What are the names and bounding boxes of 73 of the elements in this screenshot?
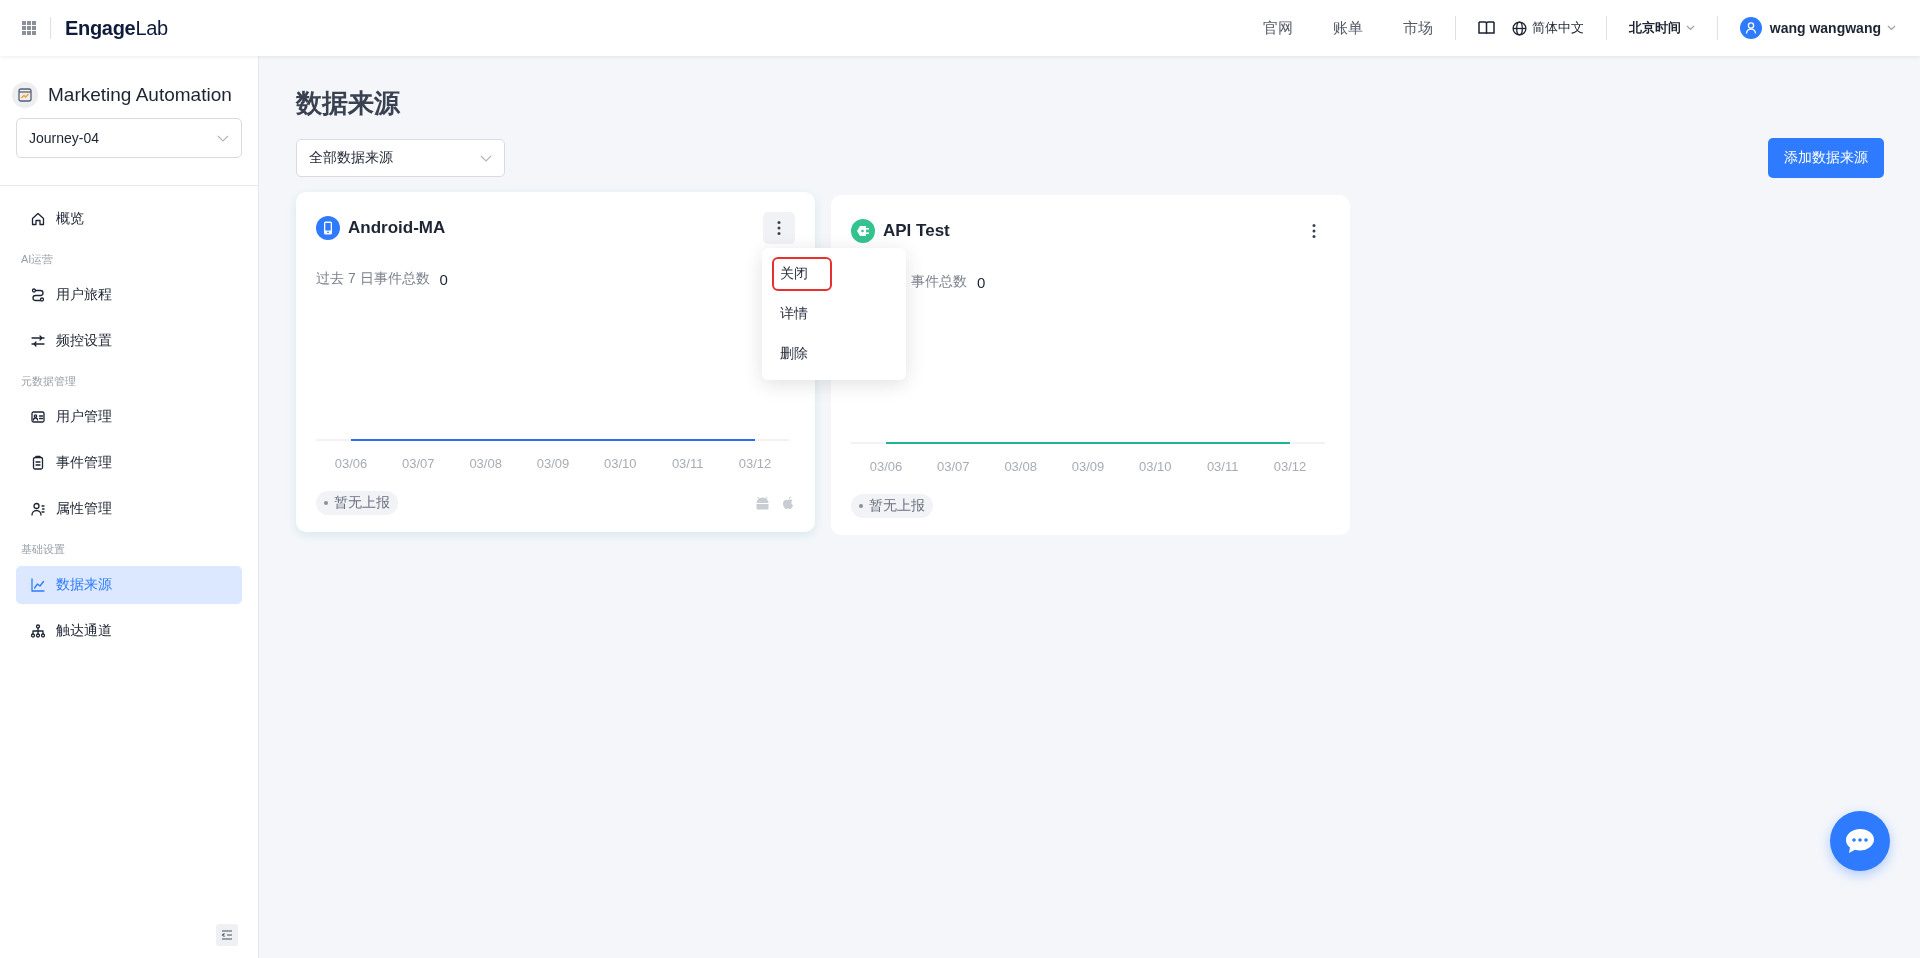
axis-label: 03/09	[536, 456, 570, 472]
axis-label: 03/07	[937, 459, 970, 475]
axis-label: 03/08	[1004, 459, 1037, 475]
apps-grid-icon[interactable]	[22, 21, 36, 35]
avatar-icon[interactable]	[1739, 17, 1762, 39]
user-menu[interactable]: wang wangwang	[1769, 20, 1896, 36]
collapse-sidebar-icon[interactable]	[216, 924, 238, 946]
nav-group-label: 元数据管理	[20, 374, 77, 389]
card-icon	[30, 409, 46, 425]
nav-item[interactable]: 用户管理	[16, 398, 242, 436]
top-link[interactable]: 账单	[1332, 18, 1363, 38]
source-name: API Test	[883, 221, 950, 242]
clipboard-icon	[30, 455, 46, 471]
stat-label: 过去 7 日事件总数	[316, 270, 430, 289]
status-chip: 暂无上报	[851, 494, 933, 519]
stat-value: 0	[439, 270, 448, 288]
timezone-dropdown[interactable]: 北京时间	[1628, 19, 1695, 37]
axis-label: 03/07	[402, 456, 435, 472]
axis-label: 03/10	[604, 456, 637, 472]
book-icon[interactable]	[1477, 21, 1495, 35]
home-icon	[30, 211, 46, 227]
chevron-down-icon	[217, 134, 229, 142]
menu-item[interactable]: 关闭	[772, 257, 832, 292]
axis-label: 03/11	[671, 456, 704, 472]
product-logo-icon	[12, 82, 38, 108]
status-chip: 暂无上报	[316, 491, 398, 516]
apple-icon	[782, 495, 795, 511]
stat-value: 0	[977, 273, 986, 291]
android-icon	[755, 496, 770, 511]
more-icon	[1312, 223, 1316, 240]
chat-bubble-icon	[1845, 828, 1875, 854]
phone-icon	[316, 216, 340, 241]
axis-label: 03/12	[738, 456, 772, 472]
language-button[interactable]: 简体中文	[1511, 19, 1584, 37]
stat-label: 事件总数	[911, 273, 967, 292]
caret-icon	[1685, 25, 1695, 31]
chart-icon	[30, 577, 46, 593]
nav-item[interactable]: 用户旅程	[16, 276, 242, 314]
globe-icon	[1511, 20, 1527, 36]
nav-group-label: AI运营	[20, 252, 55, 267]
route-icon	[30, 287, 46, 303]
plug-icon	[851, 219, 875, 244]
nav-item[interactable]: 事件管理	[16, 444, 242, 482]
tree-icon	[30, 623, 46, 639]
product-name: Marketing Automation	[48, 84, 232, 106]
axis-label: 03/09	[1071, 459, 1105, 475]
nav-item[interactable]: 属性管理	[16, 490, 242, 528]
chevron-down-icon	[480, 154, 492, 162]
nav-item[interactable]: 频控设置	[16, 322, 242, 360]
caret-icon	[1887, 25, 1896, 31]
top-link[interactable]: 官网	[1262, 18, 1293, 38]
axis-label: 03/12	[1273, 459, 1307, 475]
more-button[interactable]	[763, 212, 795, 245]
user-icon	[30, 501, 46, 517]
chat-button[interactable]	[1830, 811, 1890, 871]
axis-label: 03/10	[1139, 459, 1172, 475]
nav-group-label: 基础设置	[20, 542, 66, 557]
more-icon	[777, 220, 781, 237]
axis-label: 03/11	[1206, 459, 1239, 475]
logo[interactable]: EngageLab	[65, 16, 168, 40]
top-link[interactable]: 市场	[1402, 18, 1433, 38]
source-filter-select[interactable]: 全部数据来源	[296, 139, 505, 178]
add-data-source-button[interactable]: 添加数据来源	[1768, 138, 1884, 179]
nav-item[interactable]: 概览	[16, 200, 242, 238]
axis-label: 03/08	[469, 456, 502, 472]
axis-label: 03/06	[334, 456, 368, 472]
sliders-icon	[30, 333, 46, 349]
project-select[interactable]: Journey-04	[16, 118, 242, 158]
data-source-card[interactable]: API Test 事件总数 0 03/06 03/07 03/08 03/09 03/10 03/11 03/12 暂无上报	[831, 195, 1350, 536]
nav-item[interactable]: 触达通道	[16, 612, 242, 650]
axis-label: 03/06	[869, 459, 903, 475]
source-name: Android-MA	[348, 218, 446, 239]
page-title: 数据来源	[296, 88, 401, 120]
